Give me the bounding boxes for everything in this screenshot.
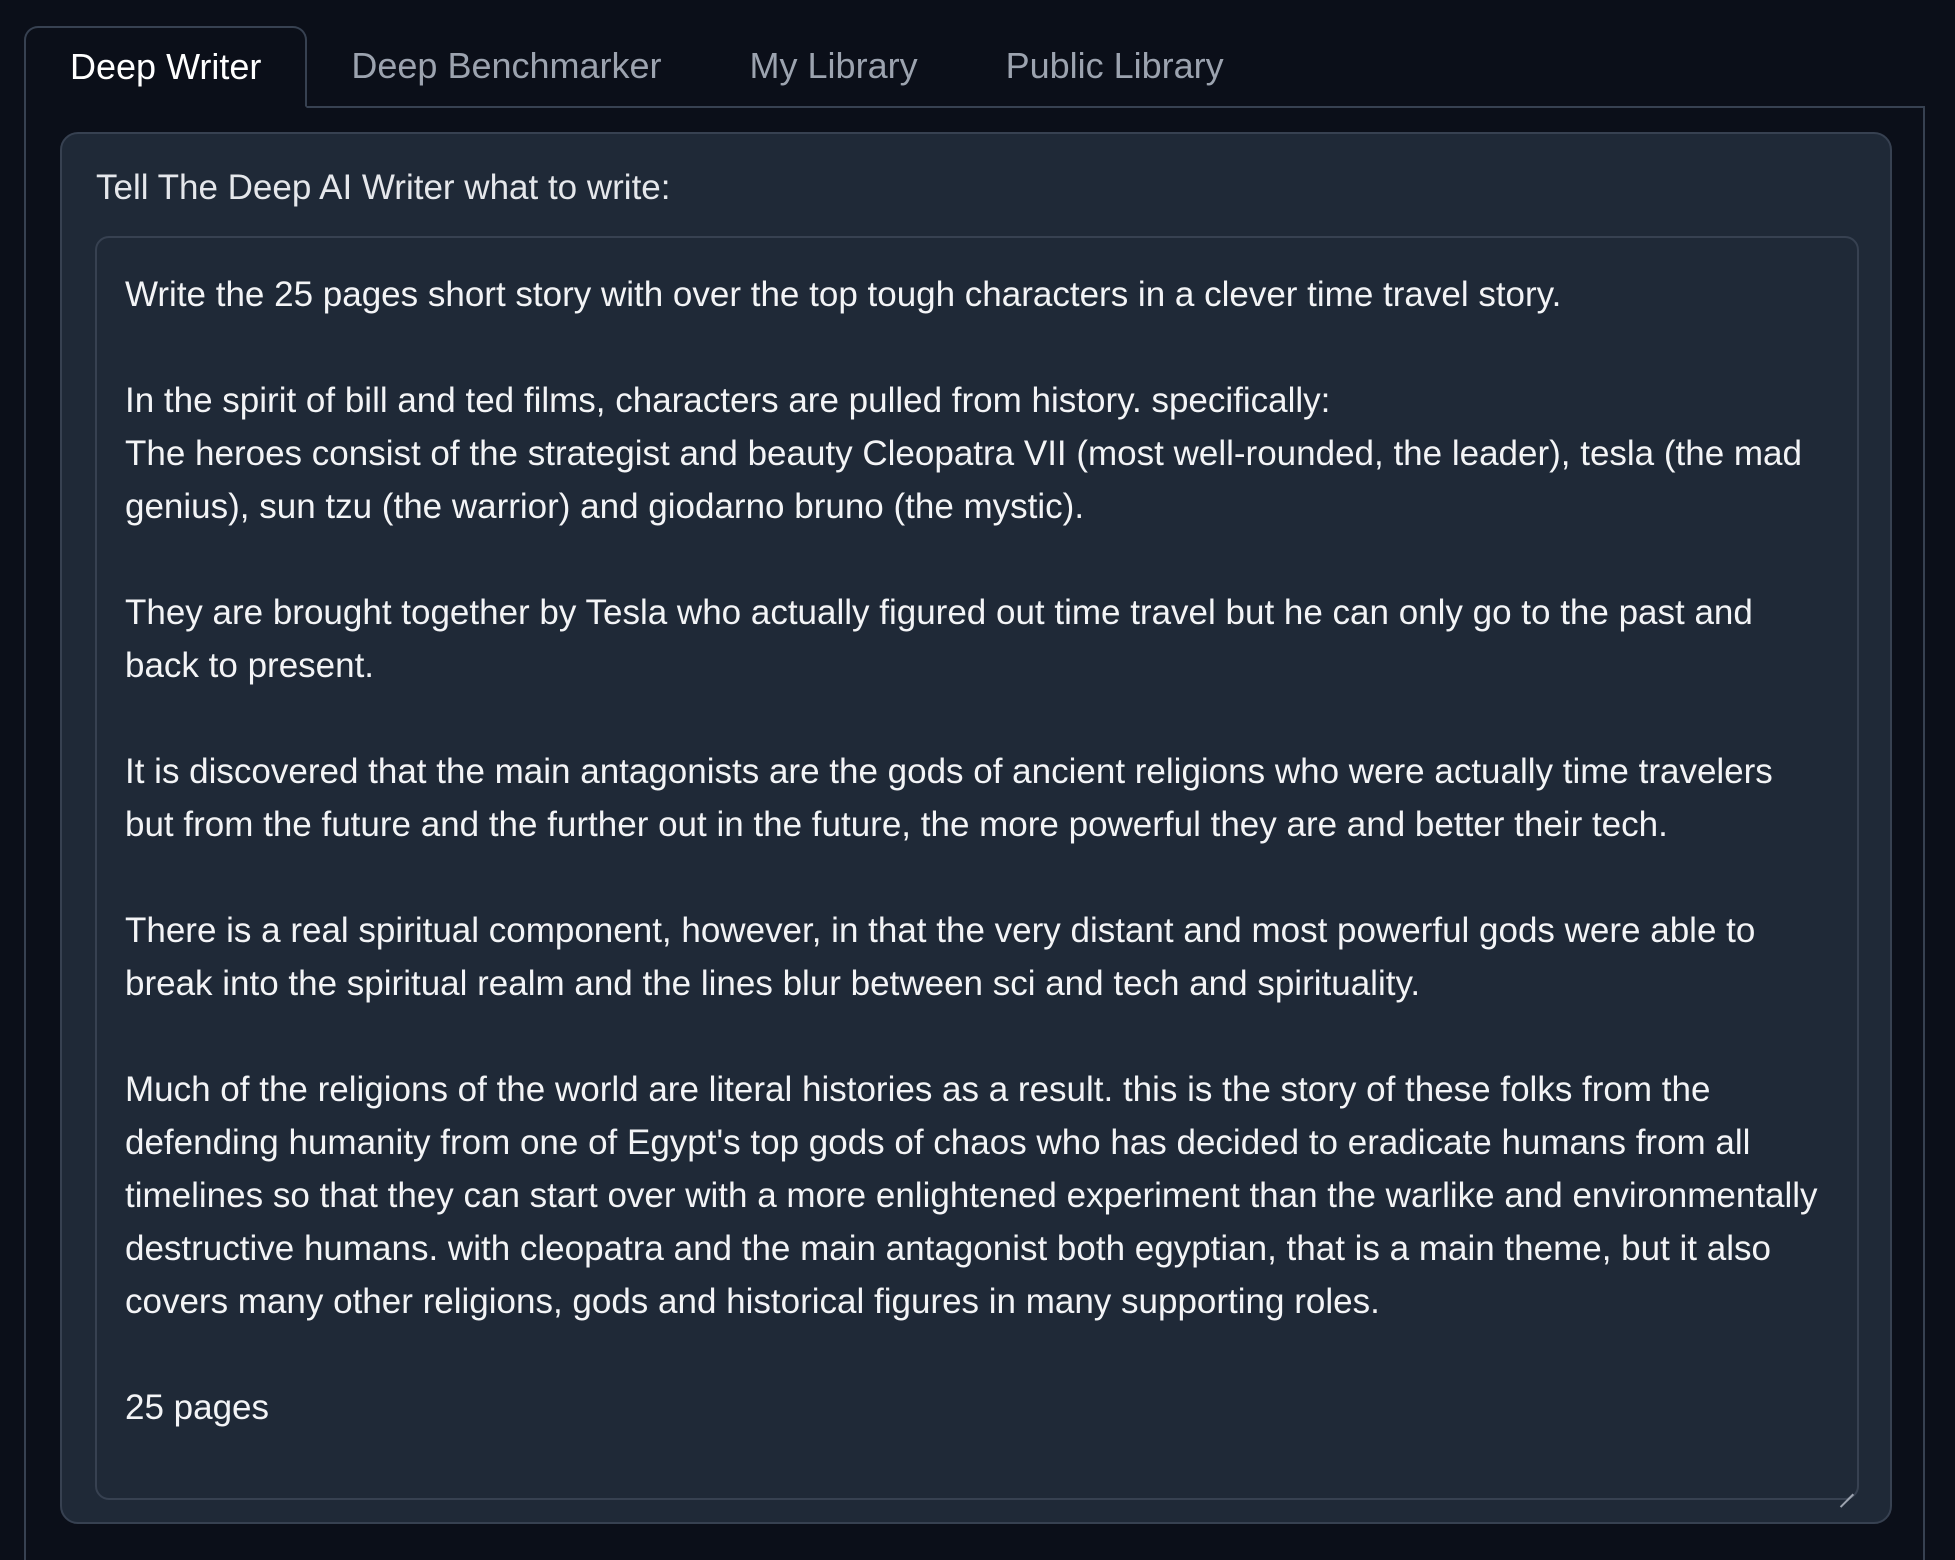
tab-deep-benchmarker[interactable]: Deep Benchmarker (307, 26, 705, 106)
tab-public-library[interactable]: Public Library (962, 26, 1268, 106)
deep-writer-panel: Tell The Deep AI Writer what to write: W… (24, 106, 1925, 1560)
tab-my-library[interactable]: My Library (706, 26, 962, 106)
resize-handle-icon[interactable] (1838, 1479, 1854, 1495)
prompt-textarea[interactable]: Write the 25 pages short story with over… (95, 236, 1859, 1500)
tab-deep-writer[interactable]: Deep Writer (24, 26, 308, 108)
prompt-block: Tell The Deep AI Writer what to write: W… (60, 132, 1892, 1524)
prompt-label: Tell The Deep AI Writer what to write: (96, 168, 671, 207)
tab-bar: Deep Writer Deep Benchmarker My Library … (24, 26, 1925, 108)
